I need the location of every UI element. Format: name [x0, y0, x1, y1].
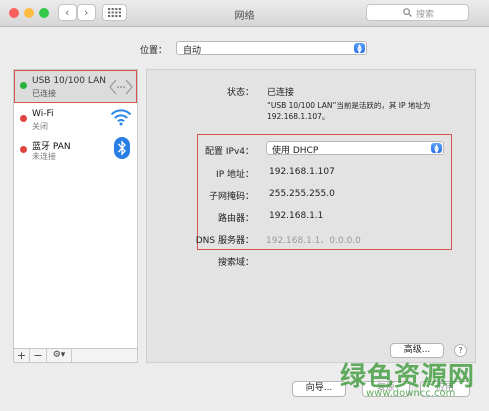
- dns-server-value: 192.168.1.1、0.0.0.0: [266, 236, 361, 246]
- updown-arrow-icon: ▲ ▼: [354, 43, 365, 55]
- dns-server-label: DNS 服务器：: [195, 236, 254, 246]
- status-label: 状态：: [226, 88, 254, 98]
- bluetooth-icon: [114, 137, 130, 159]
- service-name: USB 10/100 LAN: [32, 76, 106, 86]
- wifi-icon: [110, 109, 132, 126]
- ip-address-label: IP 地址：: [216, 170, 254, 180]
- status-dot: [20, 82, 27, 89]
- search-placeholder: 搜索: [416, 10, 435, 20]
- status-dot: [20, 115, 27, 122]
- status-description-ip: 192.168.1.107。: [267, 112, 330, 121]
- add-service-button[interactable]: +: [14, 349, 30, 362]
- service-name: Wi-Fi: [32, 109, 54, 119]
- remove-service-button[interactable]: −: [30, 349, 47, 362]
- gear-menu-button[interactable]: ⚙▾: [47, 349, 72, 362]
- ip-address-value: 192.168.1.107: [269, 167, 335, 177]
- status-description: “USB 10/100 LAN”当前是活跃的，其 IP 地址为: [267, 101, 431, 110]
- subnet-mask-label: 子网掩码：: [208, 192, 254, 202]
- ethernet-arrows-icon: [109, 79, 133, 95]
- location-popup[interactable]: 自动 ▲ ▼: [176, 41, 367, 56]
- search-icon: [403, 8, 412, 17]
- search-domain-label: 搜索域：: [217, 258, 254, 268]
- assistant-button[interactable]: 向导...: [292, 381, 346, 397]
- status-value: 已连接: [267, 88, 295, 98]
- location-value: 自动: [183, 46, 202, 56]
- location-label: 位置：: [140, 46, 168, 56]
- router-value: 192.168.1.1: [269, 211, 324, 221]
- config-ipv4-popup[interactable]: 使用 DHCP ▲ ▼: [266, 141, 444, 156]
- service-status: 已连接: [32, 89, 56, 98]
- subnet-mask-value: 255.255.255.0: [269, 189, 335, 199]
- search-field[interactable]: 搜索: [366, 4, 469, 21]
- config-ipv4-value: 使用 DHCP: [272, 146, 319, 156]
- router-label: 路由器：: [217, 214, 254, 224]
- watermark-url: www.downcc.com: [366, 388, 456, 399]
- updown-arrow-icon: ▲ ▼: [431, 143, 442, 155]
- status-dot: [20, 146, 27, 153]
- service-status: 关闭: [32, 122, 48, 131]
- config-ipv4-label: 配置 IPv4：: [205, 147, 254, 157]
- service-status: 未连接: [32, 152, 56, 161]
